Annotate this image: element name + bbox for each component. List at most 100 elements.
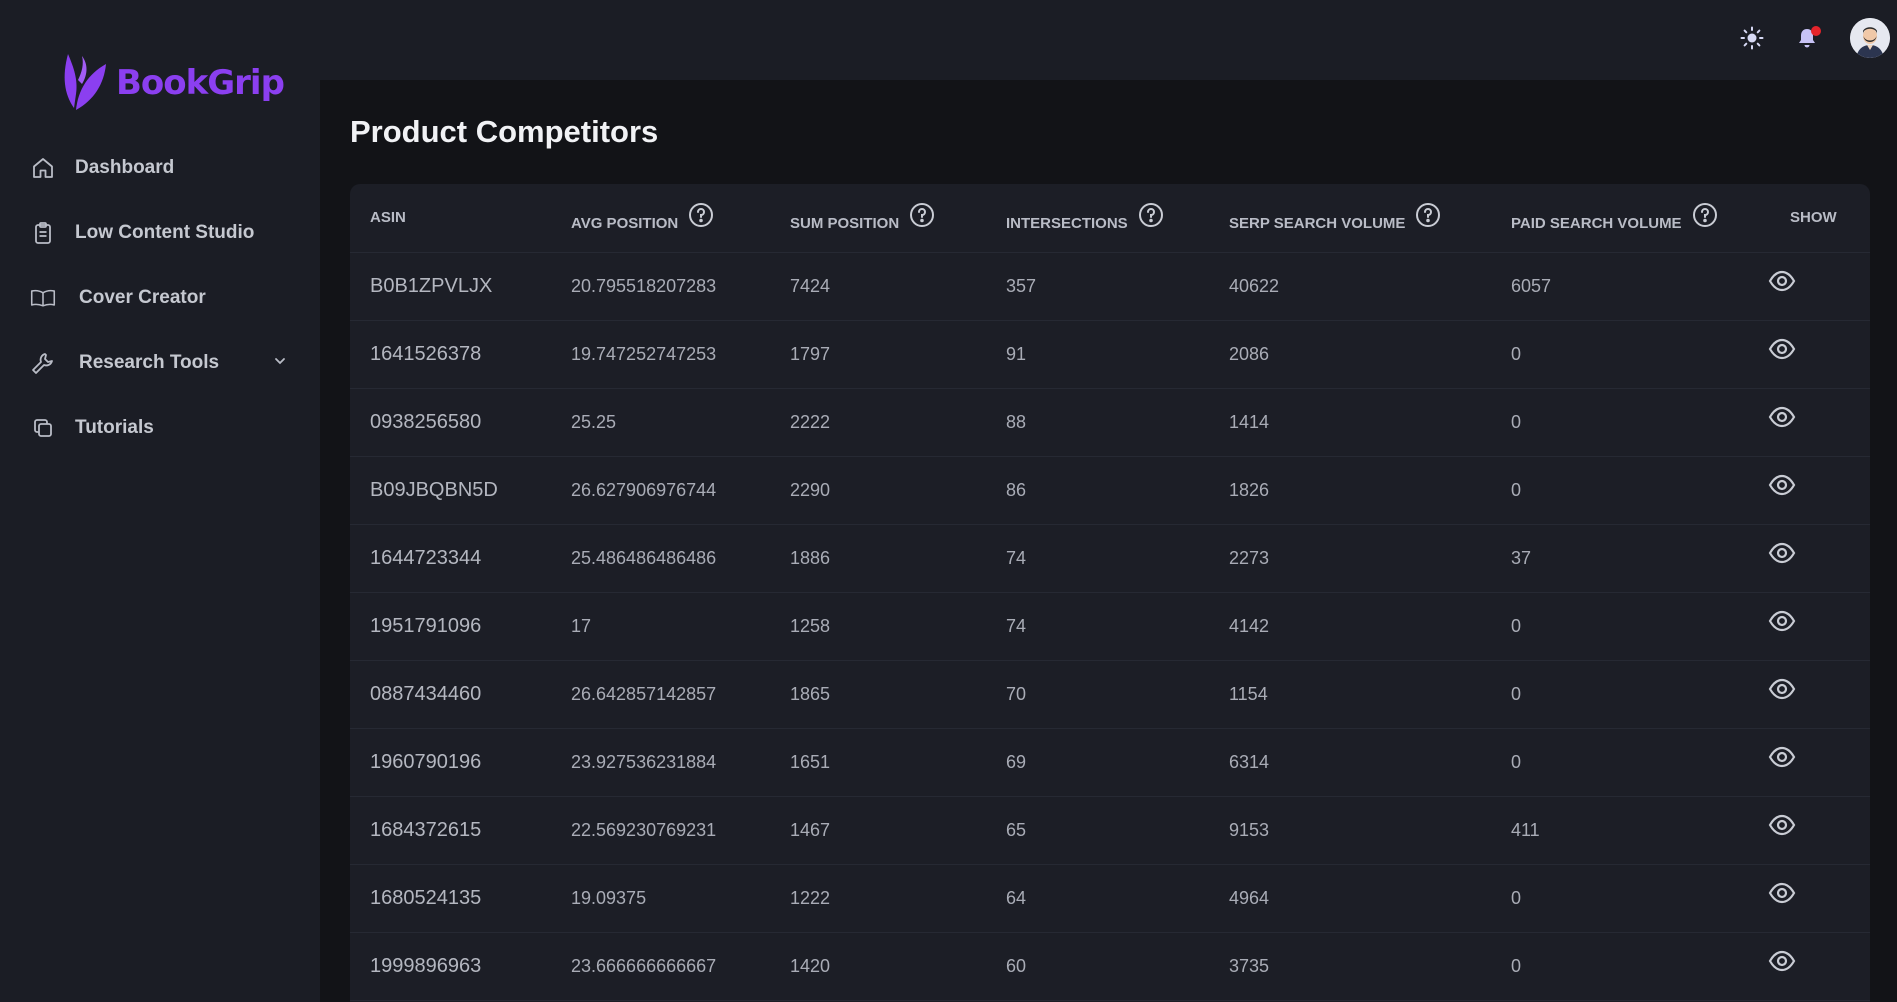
eye-icon[interactable] [1768,270,1796,292]
eye-icon[interactable] [1768,814,1796,836]
cell-intersections: 70 [986,660,1209,729]
main-content: Product Competitors ASIN AVG POSITION SU… [320,80,1897,1002]
sun-icon [1740,26,1764,55]
cell-avg-position: 26.642857142857 [551,660,770,729]
notification-badge [1811,26,1821,36]
sidebar-item-dashboard[interactable]: Dashboard [0,146,320,190]
cell-paid-search-volume: 0 [1491,320,1770,389]
help-circle-icon[interactable] [688,202,714,228]
brand-name: BookGrip [116,63,285,103]
table-body: B0B1ZPVLJX 20.795518207283 7424 357 40622 605… [350,252,1870,1001]
chevron-down-icon[interactable] [272,353,288,374]
table-row: 0887434460 26.642857142857 1865 70 1154 0 [350,660,1870,729]
sidebar-nav: Dashboard Low Content Studio Cover Creat… [0,146,320,471]
competitors-table-card: ASIN AVG POSITION SUM POSITION INTERSECT… [350,184,1870,1002]
cell-avg-position: 17 [551,592,770,661]
cell-serp-search-volume: 2086 [1209,320,1491,389]
cell-serp-search-volume: 1154 [1209,660,1491,729]
page-title: Product Competitors [350,114,659,149]
sidebar-item-low-content-studio[interactable]: Low Content Studio [0,211,320,255]
user-avatar[interactable] [1850,18,1890,58]
competitors-table: ASIN AVG POSITION SUM POSITION INTERSECT… [350,184,1870,1001]
eye-icon[interactable] [1768,542,1796,564]
cell-asin: B09JBQBN5D [350,456,551,525]
cell-asin: 1644723344 [350,524,551,593]
help-circle-icon[interactable] [1138,202,1164,228]
cell-paid-search-volume: 6057 [1491,252,1770,321]
table-row: 1999896963 23.666666666667 1420 60 3735 0 [350,932,1870,1001]
eye-icon[interactable] [1768,950,1796,972]
cell-intersections: 91 [986,320,1209,389]
column-header-avg-position[interactable]: AVG POSITION [551,184,770,253]
cell-serp-search-volume: 1414 [1209,388,1491,457]
theme-toggle-button[interactable] [1734,22,1770,58]
cell-asin: 0887434460 [350,660,551,729]
column-header-sum-position[interactable]: SUM POSITION [770,184,986,253]
cell-paid-search-volume: 411 [1491,796,1770,865]
sidebar-item-tutorials[interactable]: Tutorials [0,406,320,450]
cell-avg-position: 26.627906976744 [551,456,770,525]
cell-show [1768,796,1870,865]
notifications-button[interactable] [1789,22,1825,58]
cell-paid-search-volume: 0 [1491,728,1770,797]
table-row: 1644723344 25.486486486486 1886 74 2273 37 [350,524,1870,593]
column-header-serp-search-volume[interactable]: SERP SEARCH VOLUME [1209,184,1491,253]
cell-serp-search-volume: 4964 [1209,864,1491,933]
sidebar-item-cover-creator[interactable]: Cover Creator [0,276,320,320]
cell-asin: 1680524135 [350,864,551,933]
cell-avg-position: 25.486486486486 [551,524,770,593]
sidebar: BookGrip Dashboard Low Content Studio Co… [0,0,320,1002]
eye-icon[interactable] [1768,610,1796,632]
cell-sum-position: 1865 [770,660,986,729]
eye-icon[interactable] [1768,338,1796,360]
cell-sum-position: 7424 [770,252,986,321]
column-header-asin[interactable]: ASIN [350,184,551,253]
sidebar-item-research-tools[interactable]: Research Tools [0,341,320,385]
eye-icon[interactable] [1768,882,1796,904]
help-circle-icon[interactable] [909,202,935,228]
column-header-intersections[interactable]: INTERSECTIONS [986,184,1209,253]
eye-icon[interactable] [1768,474,1796,496]
cell-intersections: 74 [986,592,1209,661]
help-circle-icon[interactable] [1415,202,1441,228]
cell-asin: B0B1ZPVLJX [350,252,551,321]
cell-sum-position: 1420 [770,932,986,1001]
copy-icon [30,415,56,441]
sidebar-item-label: Cover Creator [79,287,206,308]
eye-icon[interactable] [1768,406,1796,428]
cell-show [1768,388,1870,457]
cell-asin: 1960790196 [350,728,551,797]
column-header-paid-search-volume[interactable]: PAID SEARCH VOLUME [1491,184,1770,253]
cell-show [1768,864,1870,933]
cell-paid-search-volume: 0 [1491,932,1770,1001]
home-icon [30,155,56,181]
cell-intersections: 69 [986,728,1209,797]
cell-serp-search-volume: 4142 [1209,592,1491,661]
sidebar-item-label: Tutorials [75,417,154,438]
eye-icon[interactable] [1768,746,1796,768]
cell-sum-position: 2222 [770,388,986,457]
cell-asin: 1999896963 [350,932,551,1001]
cell-serp-search-volume: 6314 [1209,728,1491,797]
wrench-icon [30,350,56,376]
cell-serp-search-volume: 3735 [1209,932,1491,1001]
cell-avg-position: 23.927536231884 [551,728,770,797]
book-icon [30,285,56,311]
cell-paid-search-volume: 37 [1491,524,1770,593]
help-circle-icon[interactable] [1692,202,1718,228]
cell-paid-search-volume: 0 [1491,864,1770,933]
cell-show [1768,592,1870,661]
cell-show [1768,524,1870,593]
clipboard-icon [30,220,56,246]
cell-sum-position: 2290 [770,456,986,525]
table-row: 0938256580 25.25 2222 88 1414 0 [350,388,1870,457]
table-row: 1960790196 23.927536231884 1651 69 6314 0 [350,728,1870,797]
sidebar-item-label: Dashboard [75,157,175,178]
eye-icon[interactable] [1768,678,1796,700]
table-row: B0B1ZPVLJX 20.795518207283 7424 357 40622 605… [350,252,1870,321]
cell-avg-position: 23.666666666667 [551,932,770,1001]
leaf-logo-icon [62,50,114,117]
brand-logo[interactable]: BookGrip [62,50,285,117]
cell-paid-search-volume: 0 [1491,456,1770,525]
cell-show [1768,252,1870,321]
